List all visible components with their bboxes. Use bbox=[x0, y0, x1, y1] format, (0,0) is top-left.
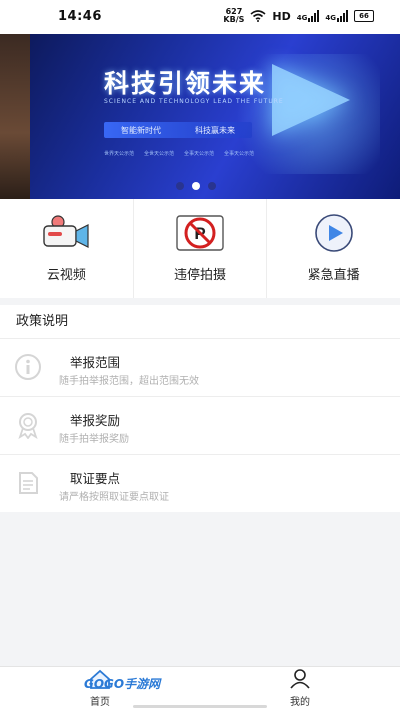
policy-item-subtitle: 随手拍举报范围，超出范围无效 bbox=[59, 376, 199, 387]
signal-bars-icon bbox=[308, 10, 320, 22]
banner-pill-right: 科技赢未来 bbox=[195, 125, 235, 135]
carousel-dots bbox=[176, 182, 216, 190]
camera-icon bbox=[42, 213, 90, 253]
policy-item-report-reward[interactable]: 举报奖励 随手拍举报奖励 bbox=[0, 397, 400, 455]
policy-item-report-scope[interactable]: 举报范围 随手拍举报范围，超出范围无效 bbox=[0, 339, 400, 397]
signal-bars-icon bbox=[337, 10, 348, 22]
signal-1: 4G bbox=[297, 10, 320, 22]
carousel-dot[interactable] bbox=[208, 182, 216, 190]
network-speed: 627 KB/S bbox=[223, 8, 244, 24]
signal-2-label: 4G bbox=[325, 14, 336, 22]
status-time: 14:46 bbox=[58, 9, 102, 24]
feature-label: 违停拍摄 bbox=[174, 268, 227, 283]
carousel-dot[interactable] bbox=[176, 182, 184, 190]
feature-grid: 云视频 P 违停拍摄 紧急直播 bbox=[0, 199, 400, 298]
banner-small-item: 全事天公示范 bbox=[184, 151, 215, 157]
carousel-dot-active[interactable] bbox=[192, 182, 200, 190]
banner-pill-left: 智能新时代 bbox=[121, 125, 161, 135]
policy-item-evidence-points[interactable]: 取证要点 请严格按照取证要点取证 bbox=[0, 455, 400, 512]
feature-emergency-live[interactable]: 紧急直播 bbox=[266, 199, 400, 298]
policy-item-title: 举报范围 bbox=[70, 355, 121, 370]
feature-label: 云视频 bbox=[46, 268, 86, 283]
nav-mine-label: 我的 bbox=[290, 697, 310, 708]
nav-home-label: 首页 bbox=[90, 697, 110, 708]
user-icon bbox=[290, 669, 310, 689]
play-icon bbox=[310, 213, 358, 253]
bottom-nav: 首页 GOGO手游网 我的 bbox=[0, 666, 400, 712]
banner-title: 科技引领未来 bbox=[104, 69, 267, 98]
hd-label: HD bbox=[272, 9, 291, 23]
signal-2: 4G bbox=[325, 10, 348, 22]
banner-small-row: 世界天公示范 全世天公示范 全事天公示范 全事天公示范 bbox=[104, 150, 254, 157]
feature-cloud-video[interactable]: 云视频 bbox=[0, 199, 133, 298]
policy-item-subtitle: 请严格按照取证要点取证 bbox=[59, 492, 169, 503]
info-icon bbox=[15, 354, 41, 380]
policy-item-title: 举报奖励 bbox=[70, 413, 121, 428]
banner-subtitle: SCIENCE AND TECHNOLOGY LEAD THE FUTURE bbox=[104, 98, 284, 105]
policy-section: 政策说明 举报范围 随手拍举报范围，超出范围无效 举报奖励 随手拍举报奖励 取证… bbox=[0, 305, 400, 512]
wifi-icon bbox=[250, 10, 266, 22]
status-bar: 14:46 627 KB/S HD 4G 4G 66 bbox=[0, 0, 400, 34]
gesture-bar[interactable] bbox=[133, 705, 267, 708]
signal-1-label: 4G bbox=[296, 14, 308, 22]
banner-small-item: 全事天公示范 bbox=[224, 151, 255, 157]
status-indicators: 627 KB/S HD 4G 4G 66 bbox=[223, 8, 374, 24]
banner-small-item: 全世天公示范 bbox=[144, 151, 175, 157]
policy-heading: 政策说明 bbox=[0, 305, 400, 339]
banner-carousel[interactable]: 科技引领未来 SCIENCE AND TECHNOLOGY LEAD THE F… bbox=[0, 34, 400, 199]
feature-illegal-parking[interactable]: P 违停拍摄 bbox=[132, 199, 267, 298]
policy-item-title: 取证要点 bbox=[70, 471, 121, 486]
feature-label: 紧急直播 bbox=[307, 268, 360, 283]
banner-small-item: 世界天公示范 bbox=[104, 151, 135, 157]
banner-pill: 智能新时代 科技赢未来 bbox=[104, 122, 252, 138]
award-icon bbox=[18, 413, 38, 439]
nav-mine[interactable]: 我的 bbox=[260, 669, 340, 708]
banner-prev-slide bbox=[0, 34, 30, 199]
policy-item-subtitle: 随手拍举报奖励 bbox=[59, 434, 129, 445]
network-speed-unit: KB/S bbox=[223, 15, 245, 24]
no-parking-icon: P bbox=[176, 213, 224, 253]
watermark-logo: GOGO手游网 bbox=[84, 677, 161, 691]
document-icon bbox=[19, 472, 38, 494]
battery-icon: 66 bbox=[354, 10, 374, 22]
